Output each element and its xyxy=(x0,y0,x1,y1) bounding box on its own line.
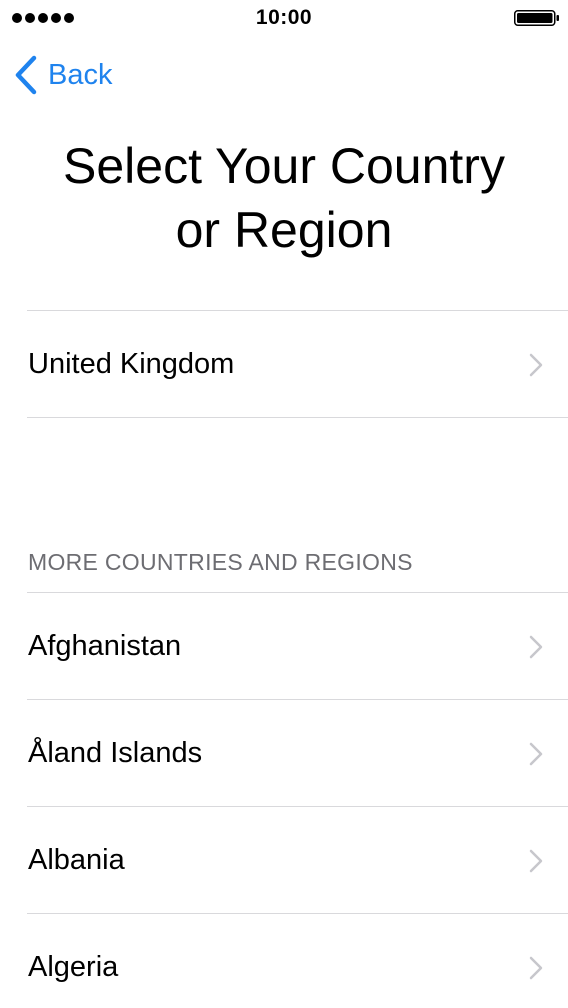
chevron-right-icon xyxy=(529,742,543,766)
country-row-algeria[interactable]: Algeria xyxy=(27,913,568,1008)
country-row-united-kingdom[interactable]: United Kingdom xyxy=(27,310,568,418)
back-button[interactable]: Back xyxy=(14,55,112,95)
country-label: United Kingdom xyxy=(28,348,235,380)
chevron-right-icon xyxy=(529,849,543,873)
page-title: Select Your Country or Region xyxy=(0,134,568,262)
country-label: Albania xyxy=(28,844,125,876)
more-countries-list: Afghanistan Åland Islands Albania Algeri… xyxy=(0,592,568,1008)
section-header-more-countries: MORE COUNTRIES AND REGIONS xyxy=(28,549,413,575)
chevron-right-icon xyxy=(529,956,543,980)
screen: 10:00 Back Select Your Country or Region… xyxy=(0,0,568,1008)
country-row-aland-islands[interactable]: Åland Islands xyxy=(27,699,568,806)
suggested-country-list: United Kingdom xyxy=(0,310,568,418)
chevron-right-icon xyxy=(529,353,543,377)
status-time: 10:00 xyxy=(255,6,313,29)
country-row-albania[interactable]: Albania xyxy=(27,806,568,913)
back-label: Back xyxy=(48,59,113,91)
chevron-right-icon xyxy=(529,635,543,659)
country-row-afghanistan[interactable]: Afghanistan xyxy=(27,592,568,699)
country-label: Algeria xyxy=(28,951,119,983)
status-bar: 10:00 xyxy=(0,0,568,36)
country-label: Åland Islands xyxy=(28,737,203,769)
chevron-left-icon xyxy=(15,55,37,95)
country-label: Afghanistan xyxy=(28,630,182,662)
battery-full-icon xyxy=(514,10,559,26)
page-title-line-2: or Region xyxy=(175,202,393,258)
page-title-line-1: Select Your Country xyxy=(63,138,505,194)
